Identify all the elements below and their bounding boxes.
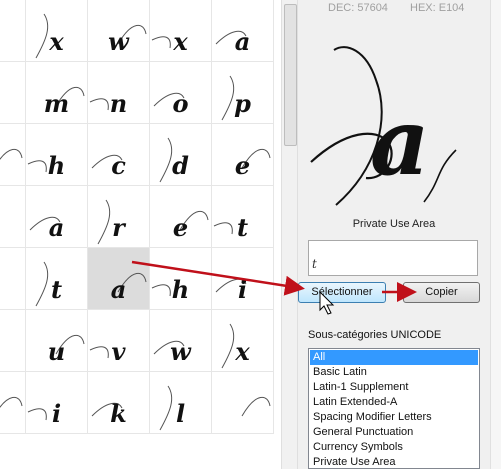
copy-button[interactable]: Copier — [403, 282, 480, 303]
glyph-character: n — [109, 89, 128, 118]
category-item[interactable]: Spacing Modifier Letters — [310, 410, 478, 425]
hex-code: HEX: E104 — [410, 2, 465, 14]
glyph-cell[interactable]: a — [88, 248, 150, 310]
glyph-swash — [0, 310, 26, 372]
glyph-cell[interactable]: c — [88, 124, 150, 186]
glyph-cell[interactable]: i — [26, 372, 88, 434]
glyph-character: x — [235, 337, 250, 366]
category-item[interactable]: All — [310, 350, 478, 365]
window-scrollbar[interactable] — [490, 0, 501, 469]
glyph-cell[interactable]: h — [26, 124, 88, 186]
glyph-character: x — [173, 27, 188, 56]
glyph-swash — [0, 0, 26, 62]
glyph-cell[interactable] — [0, 186, 26, 248]
glyph-cell[interactable]: l — [150, 372, 212, 434]
glyph-character: c — [111, 151, 126, 180]
glyph-character: x — [49, 27, 64, 56]
dec-code: DEC: 57604 — [328, 2, 388, 14]
glyph-cell[interactable]: e — [150, 186, 212, 248]
categories-label: Sous-catégories UNICODE — [308, 329, 442, 341]
glyph-grid: x w x a m n o p h c d e a r e t t a h i u v w x i k l — [0, 0, 280, 469]
category-item[interactable]: Basic Latin — [310, 365, 478, 380]
category-item[interactable]: Private Use Area — [310, 455, 478, 468]
glyph-cell[interactable]: m — [26, 62, 88, 124]
glyph-cell[interactable] — [0, 124, 26, 186]
unicode-block-name: Private Use Area — [352, 218, 436, 230]
glyph-character: m — [43, 89, 70, 118]
glyph-character: t — [236, 213, 249, 242]
glyph-character: a — [48, 213, 65, 242]
glyph-character: a — [234, 27, 251, 56]
glyph-swash — [0, 248, 26, 310]
glyph-cell[interactable]: a — [212, 0, 274, 62]
glyph-swash — [0, 397, 23, 408]
glyph-cell[interactable]: x — [26, 0, 88, 62]
glyph-cell[interactable] — [0, 248, 26, 310]
glyph-swash — [0, 62, 26, 124]
glyph-cell[interactable] — [0, 0, 26, 62]
glyph-character: i — [51, 399, 62, 428]
selected-chars-field[interactable]: t — [308, 240, 478, 276]
glyph-cell[interactable]: x — [150, 0, 212, 62]
glyph-preview: a — [306, 20, 486, 210]
glyph-cell[interactable]: p — [212, 62, 274, 124]
glyph-character: w — [108, 27, 129, 56]
glyph-cell[interactable]: w — [88, 0, 150, 62]
glyph-character: h — [171, 275, 190, 304]
glyph-character: p — [234, 89, 251, 118]
glyph-cell[interactable] — [0, 310, 26, 372]
glyph-character: r — [112, 213, 125, 242]
glyph-swash — [0, 186, 26, 248]
glyph-cell[interactable]: t — [212, 186, 274, 248]
info-panel: DEC: 57604 HEX: E104 a Private Use Area … — [298, 0, 490, 469]
glyph-cell[interactable]: e — [212, 124, 274, 186]
glyph-character: e — [234, 151, 251, 180]
glyph-character: w — [170, 337, 191, 366]
glyph-character: o — [172, 89, 189, 118]
glyph-swash — [241, 397, 271, 417]
glyph-cell[interactable] — [0, 372, 26, 434]
glyph-character: a — [110, 275, 127, 304]
grid-scrollbar-thumb[interactable] — [284, 4, 297, 146]
category-item[interactable]: General Punctuation — [310, 425, 478, 440]
glyph-cell[interactable] — [0, 62, 26, 124]
glyph-swash — [0, 149, 23, 160]
glyph-cell[interactable]: w — [150, 310, 212, 372]
category-item[interactable]: Latin-1 Supplement — [310, 380, 478, 395]
glyph-cell[interactable] — [212, 372, 274, 434]
glyph-character: e — [172, 213, 189, 242]
grid-scrollbar[interactable] — [281, 0, 298, 469]
category-item[interactable]: Latin Extended-A — [310, 395, 478, 410]
categories-listbox[interactable]: All Basic Latin Latin-1 Supplement Latin Ex… — [308, 348, 480, 469]
glyph-character: l — [175, 399, 186, 428]
glyph-character: u — [47, 337, 66, 366]
selected-chars-value: t — [312, 257, 317, 271]
glyph-cell[interactable]: v — [88, 310, 150, 372]
category-item[interactable]: Currency Symbols — [310, 440, 478, 455]
glyph-cell[interactable]: h — [150, 248, 212, 310]
glyph-cell[interactable]: t — [26, 248, 88, 310]
glyph-cell[interactable]: k — [88, 372, 150, 434]
glyph-character: v — [111, 337, 126, 366]
glyph-cell[interactable]: o — [150, 62, 212, 124]
glyph-cell[interactable]: a — [26, 186, 88, 248]
glyph-cell[interactable]: d — [150, 124, 212, 186]
glyph-cell[interactable]: u — [26, 310, 88, 372]
glyph-character: k — [110, 399, 127, 428]
glyph-character: h — [47, 151, 66, 180]
glyph-cell[interactable]: i — [212, 248, 274, 310]
glyph-character: i — [237, 275, 248, 304]
preview-character: a — [370, 88, 430, 196]
glyph-character: d — [172, 151, 189, 180]
glyph-cell[interactable]: n — [88, 62, 150, 124]
glyph-character: t — [50, 275, 63, 304]
glyph-cell[interactable]: x — [212, 310, 274, 372]
glyph-cell[interactable]: r — [88, 186, 150, 248]
select-button[interactable]: Sélectionner — [298, 282, 386, 303]
